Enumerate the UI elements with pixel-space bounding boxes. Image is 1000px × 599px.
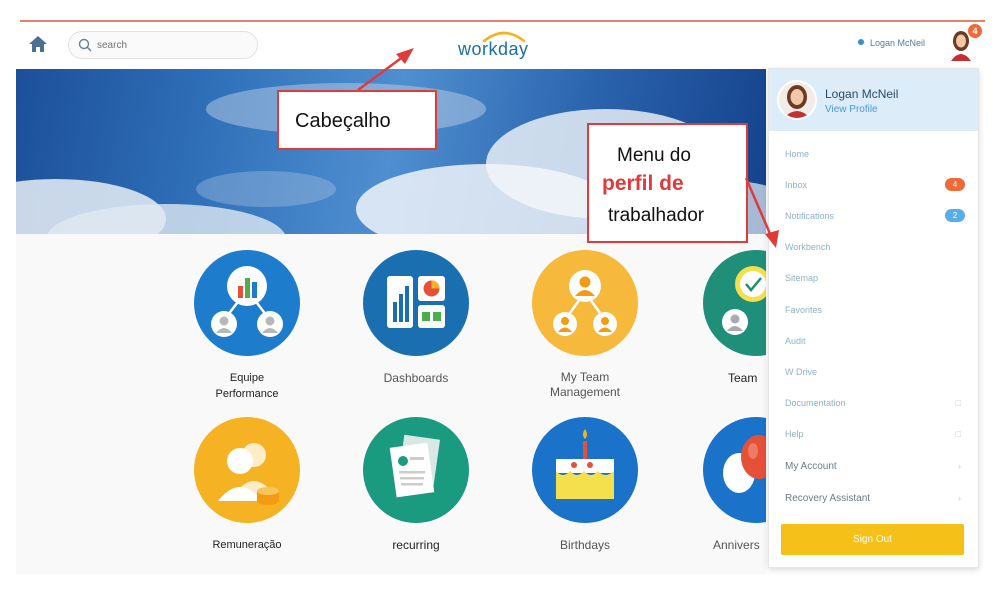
callout-line-3: trabalhador: [608, 205, 705, 226]
profile-menu-panel: Logan McNeil View Profile Home Inbox 4 No…: [768, 68, 979, 568]
app-tile-team-performance[interactable]: Equipe Performance: [167, 250, 327, 402]
app-label: Remuneração: [212, 539, 282, 551]
app-label: Dashboards: [383, 371, 449, 385]
header-callout: Cabeçalho: [277, 90, 437, 150]
app-tile-dashboards[interactable]: Dashboards: [336, 250, 496, 386]
chevron-right-icon: ›: [958, 461, 961, 471]
global-header: workday Logan McNeil 4: [18, 24, 988, 66]
menu-item-workbench[interactable]: Workbench: [785, 242, 965, 252]
external-link-icon: □: [955, 429, 961, 439]
callout-line-1: Menu do: [617, 145, 691, 166]
user-name-chip[interactable]: Logan McNeil: [858, 38, 925, 48]
notification-badge[interactable]: 4: [968, 24, 982, 38]
menu-item-inbox[interactable]: Inbox 4: [785, 178, 965, 191]
header-accent-line: [20, 20, 985, 22]
sign-out-button[interactable]: Sign Out: [781, 524, 964, 555]
avatar-icon: [779, 82, 815, 118]
app-tile-team[interactable]: Team: [663, 250, 766, 386]
team-management-icon: [532, 250, 638, 356]
menu-item-favorites[interactable]: Favorites: [785, 305, 965, 315]
online-status-icon: [858, 39, 864, 45]
app-label: Annivers: [713, 538, 760, 552]
balloons-icon: [703, 417, 766, 523]
app-label: Birthdays: [559, 538, 611, 552]
app-label: recurring: [392, 538, 440, 552]
chevron-right-icon: ›: [958, 493, 961, 503]
menu-item-recovery-assistant[interactable]: Recovery Assistant ›: [785, 493, 965, 504]
birthday-cake-icon: [532, 417, 638, 523]
app-tile-birthdays[interactable]: Birthdays: [505, 417, 665, 553]
inbox-badge: 4: [945, 178, 965, 191]
app-label: Team: [728, 371, 758, 385]
menu-item-my-account[interactable]: My Account ›: [785, 461, 965, 472]
home-icon[interactable]: [28, 34, 48, 54]
app-label: Equipe Performance: [215, 372, 279, 400]
header-callout-text: Cabeçalho: [295, 110, 391, 132]
user-name: Logan McNeil: [870, 38, 926, 48]
app-tile-recurring[interactable]: recurring: [336, 417, 496, 553]
profile-menu-callout: Menu do perfil de trabalhador: [587, 123, 748, 243]
app-tile-anniversaries[interactable]: Annivers: [663, 417, 766, 553]
compensation-icon: [194, 417, 300, 523]
workday-logo[interactable]: workday: [456, 28, 546, 62]
dashboards-icon: [363, 250, 469, 356]
recurring-documents-icon: [363, 417, 469, 523]
menu-item-documentation[interactable]: Documentation □: [785, 398, 965, 408]
menu-item-sitemap[interactable]: Sitemap: [785, 273, 965, 283]
menu-item-notifications[interactable]: Notifications 2: [785, 209, 965, 222]
menu-item-home[interactable]: Home: [785, 149, 965, 159]
menu-item-audit[interactable]: Audit: [785, 336, 965, 346]
profile-menu-header: Logan McNeil View Profile: [769, 69, 978, 131]
menu-item-help[interactable]: Help □: [785, 429, 965, 439]
app-tile-remuneracao[interactable]: Remuneração: [167, 417, 327, 553]
profile-avatar[interactable]: [777, 80, 817, 120]
search-icon: [78, 38, 92, 52]
app-tile-my-team-management[interactable]: My Team Management: [505, 250, 665, 400]
callout-line-2: perfil de: [602, 172, 684, 195]
team-icon: [703, 250, 766, 356]
search-input[interactable]: [97, 37, 247, 54]
view-profile-link[interactable]: View Profile: [825, 104, 878, 115]
logo-text: workday: [458, 39, 529, 59]
profile-name: Logan McNeil: [825, 87, 899, 101]
notifications-badge: 2: [945, 209, 965, 222]
app-grid: Equipe Performance Dashboards My Team Ma…: [16, 234, 766, 574]
app-label: My Team Management: [549, 370, 621, 399]
search-box[interactable]: [68, 31, 258, 59]
menu-item-w-drive[interactable]: W Drive: [785, 367, 965, 377]
external-link-icon: □: [955, 398, 961, 408]
team-performance-icon: [194, 250, 300, 356]
